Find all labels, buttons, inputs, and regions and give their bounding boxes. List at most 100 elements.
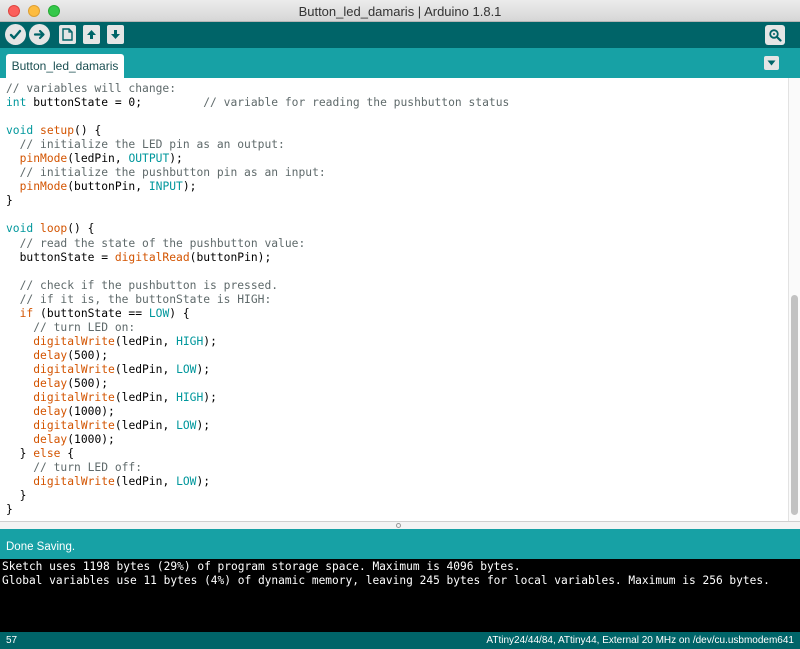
code-line[interactable]: digitalWrite(ledPin, LOW); bbox=[6, 419, 509, 433]
function-token: delay bbox=[33, 348, 68, 362]
status-bar: Done Saving. bbox=[0, 529, 800, 559]
code-line[interactable]: delay(1000); bbox=[6, 433, 509, 447]
status-message: Done Saving. bbox=[6, 541, 76, 553]
code-line[interactable]: } bbox=[6, 489, 509, 503]
code-line[interactable]: } else { bbox=[6, 447, 509, 461]
new-sketch-button[interactable] bbox=[59, 25, 76, 44]
code-token: (ledPin, bbox=[114, 475, 177, 489]
tab-sketch[interactable]: Button_led_damaris bbox=[6, 54, 124, 78]
function-token: setup bbox=[40, 124, 75, 138]
serial-monitor-button[interactable] bbox=[765, 25, 785, 45]
type-keyword-token: int bbox=[6, 96, 27, 110]
code-line[interactable]: int buttonState = 0; // variable for rea… bbox=[6, 96, 509, 110]
code-line[interactable]: // initialize the pushbutton pin as an i… bbox=[6, 166, 509, 180]
code-line[interactable]: // turn LED off: bbox=[6, 461, 509, 475]
code-line[interactable]: buttonState = digitalRead(buttonPin); bbox=[6, 251, 509, 265]
type-keyword-token: void bbox=[6, 222, 34, 236]
console-line: Sketch uses 1198 bytes (29%) of program … bbox=[2, 560, 521, 573]
scrollbar-thumb[interactable] bbox=[791, 295, 798, 515]
code-line[interactable] bbox=[6, 110, 509, 124]
code-token: (ledPin, bbox=[114, 419, 177, 433]
code-line[interactable]: // if it is, the buttonState is HIGH: bbox=[6, 293, 509, 307]
chevron-down-icon bbox=[767, 60, 776, 66]
constant-token: INPUT bbox=[148, 180, 183, 194]
code-token: ); bbox=[196, 362, 211, 376]
comment-token: // initialize the LED pin as an output: bbox=[19, 138, 285, 152]
code-line[interactable]: digitalWrite(ledPin, HIGH); bbox=[6, 391, 509, 405]
code-line[interactable]: // variables will change: bbox=[6, 82, 509, 96]
code-line[interactable]: } bbox=[6, 194, 509, 208]
code-line[interactable]: } bbox=[6, 503, 509, 517]
verify-button[interactable] bbox=[5, 24, 26, 45]
code-token: ); bbox=[203, 334, 217, 348]
board-info: ATtiny24/44/84, ATtiny44, External 20 MH… bbox=[486, 635, 794, 646]
code-token: (ledPin, bbox=[114, 334, 177, 348]
constant-token: HIGH bbox=[176, 391, 204, 405]
code-token: () { bbox=[74, 124, 102, 138]
comment-token: // check if the pushbutton is pressed. bbox=[19, 278, 279, 292]
code-line[interactable] bbox=[6, 265, 509, 279]
code-line[interactable]: digitalWrite(ledPin, LOW); bbox=[6, 475, 509, 489]
code-line[interactable]: digitalWrite(ledPin, LOW); bbox=[6, 363, 509, 377]
code-line[interactable]: void setup() { bbox=[6, 124, 509, 138]
code-line[interactable]: // initialize the LED pin as an output: bbox=[6, 138, 509, 152]
function-token: pinMode bbox=[19, 152, 68, 166]
code-token: (ledPin, bbox=[67, 152, 129, 166]
function-token: digitalWrite bbox=[33, 475, 115, 489]
open-sketch-button[interactable] bbox=[83, 25, 100, 44]
toolbar bbox=[0, 22, 800, 48]
console-output[interactable]: Sketch uses 1198 bytes (29%) of program … bbox=[0, 559, 800, 632]
code-token: ); bbox=[196, 475, 211, 489]
code-line[interactable]: delay(500); bbox=[6, 377, 509, 391]
code-line[interactable]: delay(500); bbox=[6, 349, 509, 363]
code-token: (ledPin, bbox=[114, 391, 177, 405]
code-line[interactable]: if (buttonState == LOW) { bbox=[6, 307, 509, 321]
code-line[interactable]: void loop() { bbox=[6, 222, 509, 236]
tab-menu-button[interactable] bbox=[764, 56, 779, 70]
serial-monitor-icon bbox=[769, 29, 782, 42]
function-token: digitalWrite bbox=[33, 362, 115, 376]
code-token: (1000); bbox=[67, 433, 115, 447]
code-text[interactable]: // variables will change: int buttonState… bbox=[6, 82, 509, 517]
code-token: (buttonState == bbox=[33, 306, 149, 320]
code-line[interactable]: delay(1000); bbox=[6, 405, 509, 419]
code-line[interactable]: digitalWrite(ledPin, HIGH); bbox=[6, 335, 509, 349]
constant-token: LOW bbox=[176, 475, 197, 489]
console-line: Global variables use 11 bytes (4%) of dy… bbox=[2, 574, 770, 587]
code-token: (ledPin, bbox=[114, 362, 177, 376]
code-token: ) { bbox=[169, 306, 190, 320]
code-token: (buttonPin); bbox=[189, 250, 272, 264]
function-token: delay bbox=[33, 376, 68, 390]
upload-button[interactable] bbox=[29, 24, 50, 45]
save-sketch-button[interactable] bbox=[107, 25, 124, 44]
code-line[interactable]: // read the state of the pushbutton valu… bbox=[6, 237, 509, 251]
type-keyword-token: void bbox=[6, 124, 34, 138]
code-editor[interactable]: // variables will change: int buttonState… bbox=[0, 78, 800, 521]
code-line[interactable]: pinMode(ledPin, OUTPUT); bbox=[6, 152, 509, 166]
function-token: digitalWrite bbox=[33, 419, 115, 433]
code-line[interactable] bbox=[6, 208, 509, 222]
constant-token: LOW bbox=[176, 419, 197, 433]
divider-grip-icon[interactable] bbox=[396, 523, 401, 528]
comment-token: // variable for reading the pushbutton s… bbox=[203, 96, 510, 110]
code-token: ); bbox=[182, 180, 197, 194]
pane-divider[interactable] bbox=[0, 521, 800, 529]
code-token: (buttonPin, bbox=[67, 180, 149, 194]
comment-token: // turn LED off: bbox=[33, 461, 143, 475]
code-line[interactable]: // check if the pushbutton is pressed. bbox=[6, 279, 509, 293]
code-line[interactable]: pinMode(buttonPin, INPUT); bbox=[6, 180, 509, 194]
code-line[interactable]: // turn LED on: bbox=[6, 321, 509, 335]
editor-scrollbar[interactable] bbox=[788, 78, 800, 521]
